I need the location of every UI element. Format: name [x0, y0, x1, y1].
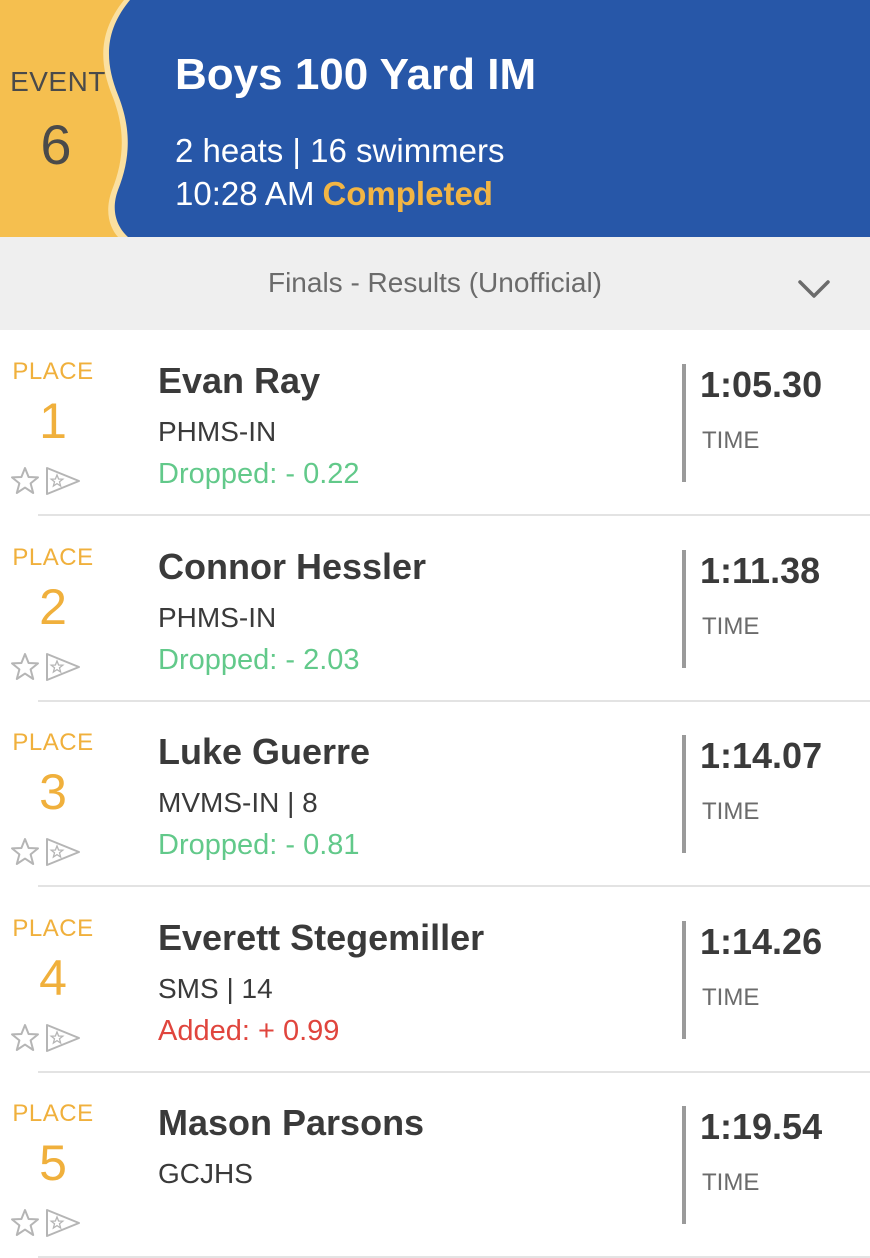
star-icon[interactable]	[10, 1209, 40, 1236]
event-label: EVENT	[10, 66, 106, 97]
star-icon[interactable]	[10, 1023, 40, 1051]
results-title: Finals - Results (Unofficial)	[267, 267, 603, 298]
event-number-tab: EVENT 6	[0, 0, 150, 237]
row-actions	[10, 837, 82, 867]
place-number: 3	[39, 764, 67, 820]
time-label: TIME	[702, 427, 760, 454]
flag-star-icon[interactable]	[44, 1023, 82, 1052]
event-time: 10:28 AM	[175, 175, 315, 212]
team-name: SMS | 14	[158, 972, 273, 1004]
results-bar[interactable]: Finals - Results (Unofficial)	[0, 237, 870, 330]
team-name: MVMS-IN | 8	[158, 787, 318, 818]
time-label: TIME	[702, 1169, 760, 1196]
swim-time: 1:11.38	[700, 549, 821, 591]
time-divider	[682, 735, 686, 853]
flag-star-icon[interactable]	[44, 838, 82, 866]
result-row[interactable]: PLACE 1 Evan Ray PHMS-IN Dropped: - 0.22 1:0…	[0, 330, 870, 516]
flag-star-icon[interactable]	[44, 652, 82, 681]
time-delta: Dropped: - 2.03	[158, 643, 360, 676]
flag-star-icon[interactable]	[44, 1209, 82, 1237]
star-icon[interactable]	[10, 467, 40, 494]
event-number: 6	[40, 113, 72, 176]
place-label: PLACE	[12, 1100, 94, 1127]
row-actions	[10, 466, 82, 496]
swimmer-name[interactable]: Luke Guerre	[158, 731, 370, 773]
result-row[interactable]: PLACE 2 Connor Hessler PHMS-IN Dropped: - 2…	[0, 516, 870, 702]
event-status: Completed	[322, 175, 493, 212]
place-number: 4	[39, 949, 67, 1006]
place-number: 2	[39, 578, 67, 635]
team-name: PHMS-IN	[158, 601, 277, 633]
place-number: 5	[39, 1135, 67, 1191]
event-time-row: 10:28 AM Completed	[175, 175, 493, 213]
chevron-down-icon[interactable]	[797, 278, 831, 300]
time-label: TIME	[702, 983, 760, 1011]
event-meta: 2 heats | 16 swimmers	[175, 132, 505, 169]
swim-time: 1:14.26	[700, 920, 823, 962]
time-label: TIME	[702, 612, 760, 640]
swim-time: 1:05.30	[700, 364, 823, 405]
time-delta: Added: + 0.99	[158, 1014, 340, 1047]
time-divider	[682, 920, 686, 1039]
team-name: GCJHS	[158, 1158, 253, 1189]
result-row[interactable]: PLACE 4 Everett Stegemiller SMS | 14 Added:…	[0, 887, 870, 1073]
row-actions	[10, 1023, 82, 1053]
flag-star-icon[interactable]	[44, 467, 82, 495]
time-divider	[682, 549, 686, 668]
swim-time: 1:19.54	[700, 1106, 823, 1147]
place-label: PLACE	[12, 914, 94, 942]
swimmer-name[interactable]: Evan Ray	[158, 360, 320, 402]
event-header: EVENT 6 Boys 100 Yard IM 2 heats | 16 sw…	[0, 0, 870, 237]
time-divider	[682, 1106, 686, 1224]
place-label: PLACE	[12, 729, 94, 756]
team-name: PHMS-IN	[158, 416, 277, 447]
time-divider	[682, 364, 686, 482]
time-label: TIME	[702, 798, 760, 825]
swimmer-name[interactable]: Connor Hessler	[158, 546, 426, 588]
swim-time: 1:14.07	[700, 735, 823, 776]
event-title: Boys 100 Yard IM	[175, 50, 537, 99]
star-icon[interactable]	[10, 652, 40, 680]
place-number: 1	[39, 393, 67, 449]
time-delta: Dropped: - 0.81	[158, 829, 360, 861]
swimmer-name[interactable]: Mason Parsons	[158, 1102, 424, 1144]
place-label: PLACE	[12, 543, 94, 571]
place-label: PLACE	[12, 358, 94, 385]
result-row[interactable]: PLACE 5 Mason Parsons GCJHS 1:19.54 TIME	[0, 1072, 870, 1258]
star-icon[interactable]	[10, 838, 40, 865]
time-delta: Dropped: - 0.22	[158, 458, 360, 490]
result-row[interactable]: PLACE 3 Luke Guerre MVMS-IN | 8 Dropped: - …	[0, 701, 870, 887]
swimmer-name[interactable]: Everett Stegemiller	[158, 917, 484, 959]
row-actions	[10, 1208, 82, 1238]
row-actions	[10, 652, 82, 682]
